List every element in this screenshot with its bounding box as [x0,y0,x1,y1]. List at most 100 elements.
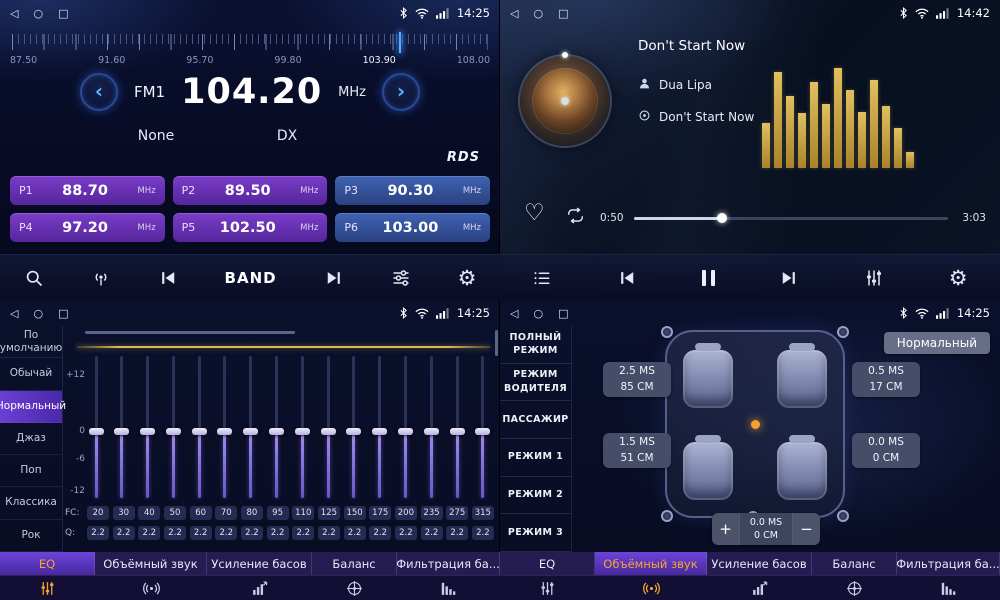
tab-filter[interactable]: Фильтрация ба... [897,552,1000,575]
delay-r ear-right[interactable]: 0.0 MS 0 CM [852,433,920,468]
recents-icon[interactable]: □ [58,307,68,320]
eq-band-slider[interactable] [474,356,492,498]
home-icon[interactable]: ○ [33,7,43,20]
eq-preset-rock[interactable]: Рок [0,520,62,552]
settings-gear-icon[interactable]: ⚙ [458,266,477,290]
eq-faders-icon[interactable] [0,576,95,600]
delay-rear-left[interactable]: 1.5 MS 51 CM [603,433,671,468]
bass-boost-icon[interactable] [707,576,812,600]
delay-front-left[interactable]: 2.5 MS 85 CM [603,362,671,397]
mode-2[interactable]: РЕЖИМ 2 [500,477,571,515]
preset-p3[interactable]: P390.30MHz [335,176,490,205]
preset-p1[interactable]: P188.70MHz [10,176,165,205]
eq-band-slider[interactable] [448,356,466,498]
eq-band-slider[interactable] [242,356,260,498]
eq-band-slider[interactable] [216,356,234,498]
seat-front-right[interactable] [777,350,827,408]
scrollbar-vertical[interactable] [495,330,498,356]
decrease-delay-button[interactable]: − [793,513,820,545]
seat-front-left[interactable] [683,350,733,408]
tune-settings-icon[interactable] [391,268,411,288]
settings-gear-icon[interactable]: ⚙ [949,266,968,290]
eq-preset-jazz[interactable]: Джаз [0,423,62,455]
favorite-heart-icon[interactable]: ♡ [524,200,545,226]
crossover-filter-icon[interactable] [397,576,500,600]
preset-p5[interactable]: P5102.50MHz [173,213,328,242]
tab-surround[interactable]: Объёмный звук [95,552,207,575]
surround-sound-icon[interactable] [95,576,207,600]
home-icon[interactable]: ○ [533,7,543,20]
next-station-icon[interactable] [324,268,344,288]
recents-icon[interactable]: □ [558,7,568,20]
preset-p4[interactable]: P497.20MHz [10,213,165,242]
progress-bar[interactable] [634,217,948,220]
eq-faders-icon[interactable] [500,576,595,600]
tab-filter[interactable]: Фильтрация ба... [397,552,500,575]
previous-track-icon[interactable] [617,268,637,288]
back-icon[interactable]: ◁ [510,7,518,20]
tune-up-button[interactable]: › [382,73,420,111]
eq-band-slider[interactable] [268,356,286,498]
tab-surround[interactable]: Объёмный звук [595,552,707,575]
scan-stations-icon[interactable] [91,268,111,288]
eq-band-slider[interactable] [397,356,415,498]
frequency-ruler[interactable]: 87.5091.6095.7099.80103.90108.00 [0,30,500,72]
home-icon[interactable]: ○ [33,307,43,320]
mode-full[interactable]: ПОЛНЫЙ РЕЖИМ [500,326,571,364]
eq-band-slider[interactable] [319,356,337,498]
back-icon[interactable]: ◁ [510,307,518,320]
eq-preset-default[interactable]: По умолчанию [0,326,62,358]
mode-passenger[interactable]: ПАССАЖИР [500,401,571,439]
seat-rear-left[interactable] [683,442,733,500]
repeat-icon[interactable] [566,206,585,229]
preset-p2[interactable]: P289.50MHz [173,176,328,205]
mode-3[interactable]: РЕЖИМ 3 [500,514,571,552]
eq-band-slider[interactable] [87,356,105,498]
back-icon[interactable]: ◁ [10,307,18,320]
pause-button[interactable] [702,270,715,286]
previous-station-icon[interactable] [158,268,178,288]
delay-front-right[interactable]: 0.5 MS 17 CM [852,362,920,397]
band-button[interactable]: BAND [225,269,277,287]
eq-preset-classic[interactable]: Классика [0,487,62,519]
recents-icon[interactable]: □ [58,7,68,20]
eq-band-slider[interactable] [190,356,208,498]
tab-eq[interactable]: EQ [0,552,95,575]
eq-band-slider[interactable] [164,356,182,498]
tab-bass-boost[interactable]: Усиление басов [207,552,312,575]
eq-band-slider[interactable] [345,356,363,498]
tab-bass-boost[interactable]: Усиление басов [707,552,812,575]
eq-band-slider[interactable] [139,356,157,498]
recents-icon[interactable]: □ [558,307,568,320]
tab-balance[interactable]: Баланс [312,552,397,575]
mode-1[interactable]: РЕЖИМ 1 [500,439,571,477]
eq-preset-pop[interactable]: Поп [0,455,62,487]
listening-position-dot[interactable] [751,420,760,429]
surround-sound-icon[interactable] [595,576,707,600]
progress-knob[interactable] [717,213,727,223]
eq-preset-normal[interactable]: Нормальный [0,391,62,423]
seat-rear-right[interactable] [777,442,827,500]
tab-eq[interactable]: EQ [500,552,595,575]
eq-band-slider[interactable] [293,356,311,498]
sound-profile-button[interactable]: Нормальный [884,332,990,354]
eq-band-slider[interactable] [422,356,440,498]
bass-boost-icon[interactable] [207,576,312,600]
tab-balance[interactable]: Баланс [812,552,897,575]
preset-p6[interactable]: P6103.00MHz [335,213,490,242]
home-icon[interactable]: ○ [533,307,543,320]
search-icon[interactable] [24,268,44,288]
eq-faders-icon[interactable] [864,268,884,288]
back-icon[interactable]: ◁ [10,7,18,20]
playlist-icon[interactable] [532,268,552,288]
eq-band-slider[interactable] [371,356,389,498]
increase-delay-button[interactable]: + [712,513,739,545]
tune-down-button[interactable]: ‹ [80,73,118,111]
eq-preset-custom[interactable]: Обычай [0,358,62,390]
balance-icon[interactable] [812,576,897,600]
eq-band-slider[interactable] [113,356,131,498]
next-track-icon[interactable] [779,268,799,288]
crossover-filter-icon[interactable] [897,576,1000,600]
scrollbar-horizontal[interactable] [85,331,295,334]
balance-icon[interactable] [312,576,397,600]
